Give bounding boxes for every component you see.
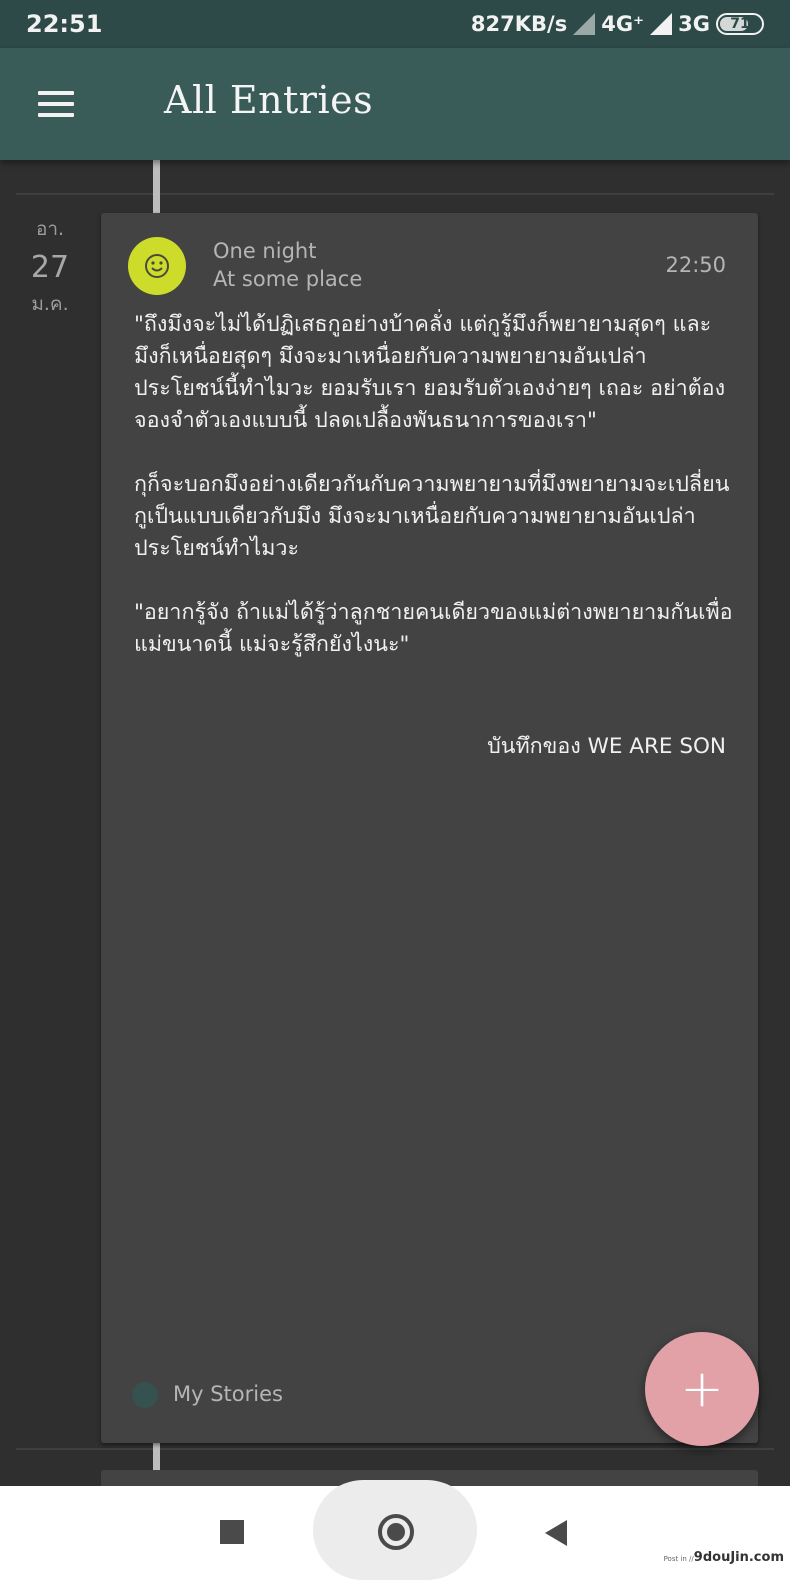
battery-icon: 71	[716, 13, 764, 35]
entry-paragraph: "ถึงมึงจะไม่ได้ปฏิเสธกูอย่างบ้าคลั่ง แต่…	[134, 312, 726, 433]
entry-body: "ถึงมึงจะไม่ได้ปฏิเสธกูอย่างบ้าคลั่ง แต่…	[134, 309, 734, 693]
signal-icon	[650, 13, 673, 35]
network-speed: 827KB/s	[470, 12, 568, 36]
app-bar: All Entries	[0, 48, 790, 160]
menu-icon-line	[38, 91, 74, 95]
divider	[16, 1448, 774, 1450]
plus-icon: +	[680, 1359, 724, 1419]
menu-icon[interactable]	[28, 80, 84, 128]
home-icon[interactable]	[378, 1514, 414, 1550]
smiley-icon	[128, 237, 186, 295]
entry-location: At some place	[213, 267, 363, 291]
menu-icon-line	[38, 102, 74, 106]
network-type-3g: 3G	[678, 12, 710, 36]
status-bar: 22:51 827KB/s 4G⁺ 3G 71	[0, 0, 790, 48]
back-icon[interactable]	[545, 1520, 567, 1546]
network-type-4g: 4G⁺	[601, 12, 645, 36]
recent-apps-icon[interactable]	[220, 1520, 244, 1544]
divider	[16, 193, 774, 195]
system-nav-bar: Post in //9douJin.com	[0, 1480, 790, 1580]
entry-signature: บันทึกของ WE ARE SON	[487, 734, 726, 759]
watermark-prefix: Post in //	[663, 1555, 694, 1563]
journal-color-dot	[132, 1382, 158, 1408]
status-time: 22:51	[26, 10, 103, 38]
entry-title: One night	[213, 239, 317, 263]
page-title: All Entries	[164, 78, 374, 122]
journal-name: My Stories	[173, 1382, 283, 1406]
entry-paragraph: "อยากรู้จัง ถ้าแม่ได้รู้ว่าลูกชายคนเดียว…	[134, 600, 733, 657]
date-day: 27	[30, 250, 70, 285]
watermark-text: 9douJin.com	[693, 1550, 784, 1565]
date-day-of-week: อา.	[35, 218, 65, 240]
entry-paragraph: กุก็จะบอกมึงอย่างเดียวกันกับความพยายามที…	[134, 472, 730, 561]
battery-level: 71	[730, 16, 750, 32]
entry-card[interactable]: One night At some place 22:50 "ถึงมึงจะไ…	[101, 213, 758, 1443]
add-entry-button[interactable]: +	[645, 1332, 759, 1446]
entry-date: อา. 27 ม.ค.	[0, 214, 100, 319]
date-month: ม.ค.	[31, 293, 69, 315]
entry-time: 22:50	[665, 253, 726, 277]
signal-icon	[573, 13, 596, 35]
status-indicators: 827KB/s 4G⁺ 3G 71	[471, 12, 764, 36]
watermark: Post in //9douJin.com	[664, 1550, 784, 1565]
smiley-face-svg	[145, 254, 169, 278]
menu-icon-line	[38, 113, 74, 117]
